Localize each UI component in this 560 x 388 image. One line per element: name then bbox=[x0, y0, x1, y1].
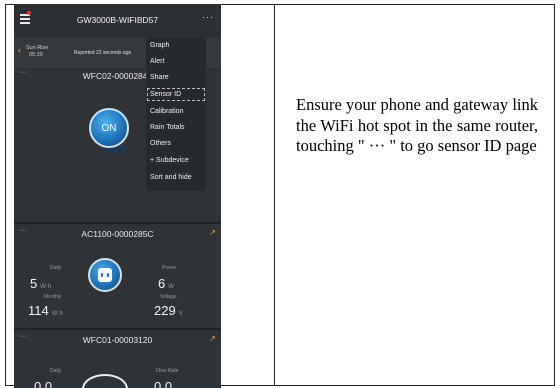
daily-label: Daily bbox=[50, 265, 62, 271]
ellipsis-icon[interactable]: ··· bbox=[202, 12, 214, 22]
sunrise-info: Sun Rise 05:39 bbox=[26, 45, 48, 59]
device-card-header: ··· AC1100-0000285C ↗ bbox=[14, 227, 221, 240]
app-header: GW3000B-WIFIBD57 ··· bbox=[14, 4, 221, 38]
chart-icon[interactable]: ↗ bbox=[209, 334, 216, 343]
power-value: 6W bbox=[158, 276, 174, 291]
menu-item-sensor-id[interactable]: Sensor ID bbox=[150, 91, 181, 98]
column-divider bbox=[274, 4, 275, 386]
reported-time: Reported 22 seconds ago bbox=[74, 50, 132, 56]
gateway-title: GW3000B-WIFIBD57 bbox=[76, 15, 159, 25]
socket-button[interactable] bbox=[88, 258, 122, 292]
chevron-left-icon[interactable]: ‹ bbox=[18, 45, 21, 55]
on-button[interactable]: ON bbox=[89, 108, 129, 148]
flow-rate-label: Flow Rate bbox=[156, 368, 179, 374]
daily-value: 5 W·h bbox=[30, 276, 52, 291]
voltage-label: Voltage bbox=[160, 294, 177, 300]
menu-item-rain-totals[interactable]: Rain Totals bbox=[150, 124, 185, 131]
menu-item-sort-hide[interactable]: Sort and hide bbox=[150, 174, 192, 181]
device-card-header: ··· WFC01-00003120 ↗ bbox=[14, 333, 221, 346]
menu-item-alert[interactable]: Alert bbox=[150, 58, 164, 65]
sunrise-label: Sun Rise bbox=[26, 45, 49, 51]
voltage-value: 229 V bbox=[154, 303, 183, 318]
menu-item-calibration[interactable]: Calibration bbox=[150, 108, 183, 115]
menu-item-subdevice[interactable]: + Subdevice bbox=[150, 157, 189, 164]
menu-item-others[interactable]: Others bbox=[150, 140, 171, 147]
card-divider bbox=[14, 328, 221, 330]
monthly-value: 114 W·h bbox=[28, 303, 63, 318]
device-menu: Graph Alert Share Sensor ID Calibration … bbox=[146, 38, 206, 191]
power-label: Power bbox=[162, 265, 177, 271]
device-title: WFC01-00003120 bbox=[82, 335, 153, 345]
chart-icon[interactable]: ↗ bbox=[209, 228, 216, 237]
on-button-label: ON bbox=[101, 122, 117, 134]
instruction-text: Ensure your phone and gateway link the W… bbox=[296, 95, 538, 155]
valve-button[interactable] bbox=[82, 374, 128, 388]
flow-rate-value: 0.0 bbox=[154, 379, 173, 388]
monthly-label: Monthly bbox=[44, 294, 62, 300]
device-title: AC1100-0000285C bbox=[81, 229, 154, 239]
socket-icon bbox=[98, 268, 112, 282]
daily-value: 0.0 bbox=[34, 379, 53, 388]
menu-item-share[interactable]: Share bbox=[150, 74, 169, 81]
app-screenshot: GW3000B-WIFIBD57 ··· ‹ Sun Rise 05:39 Re… bbox=[14, 4, 221, 388]
sunrise-time: 05:39 bbox=[29, 52, 43, 58]
card-divider bbox=[14, 222, 221, 224]
menu-item-graph[interactable]: Graph bbox=[150, 42, 169, 49]
daily-label: Daily bbox=[50, 368, 62, 374]
